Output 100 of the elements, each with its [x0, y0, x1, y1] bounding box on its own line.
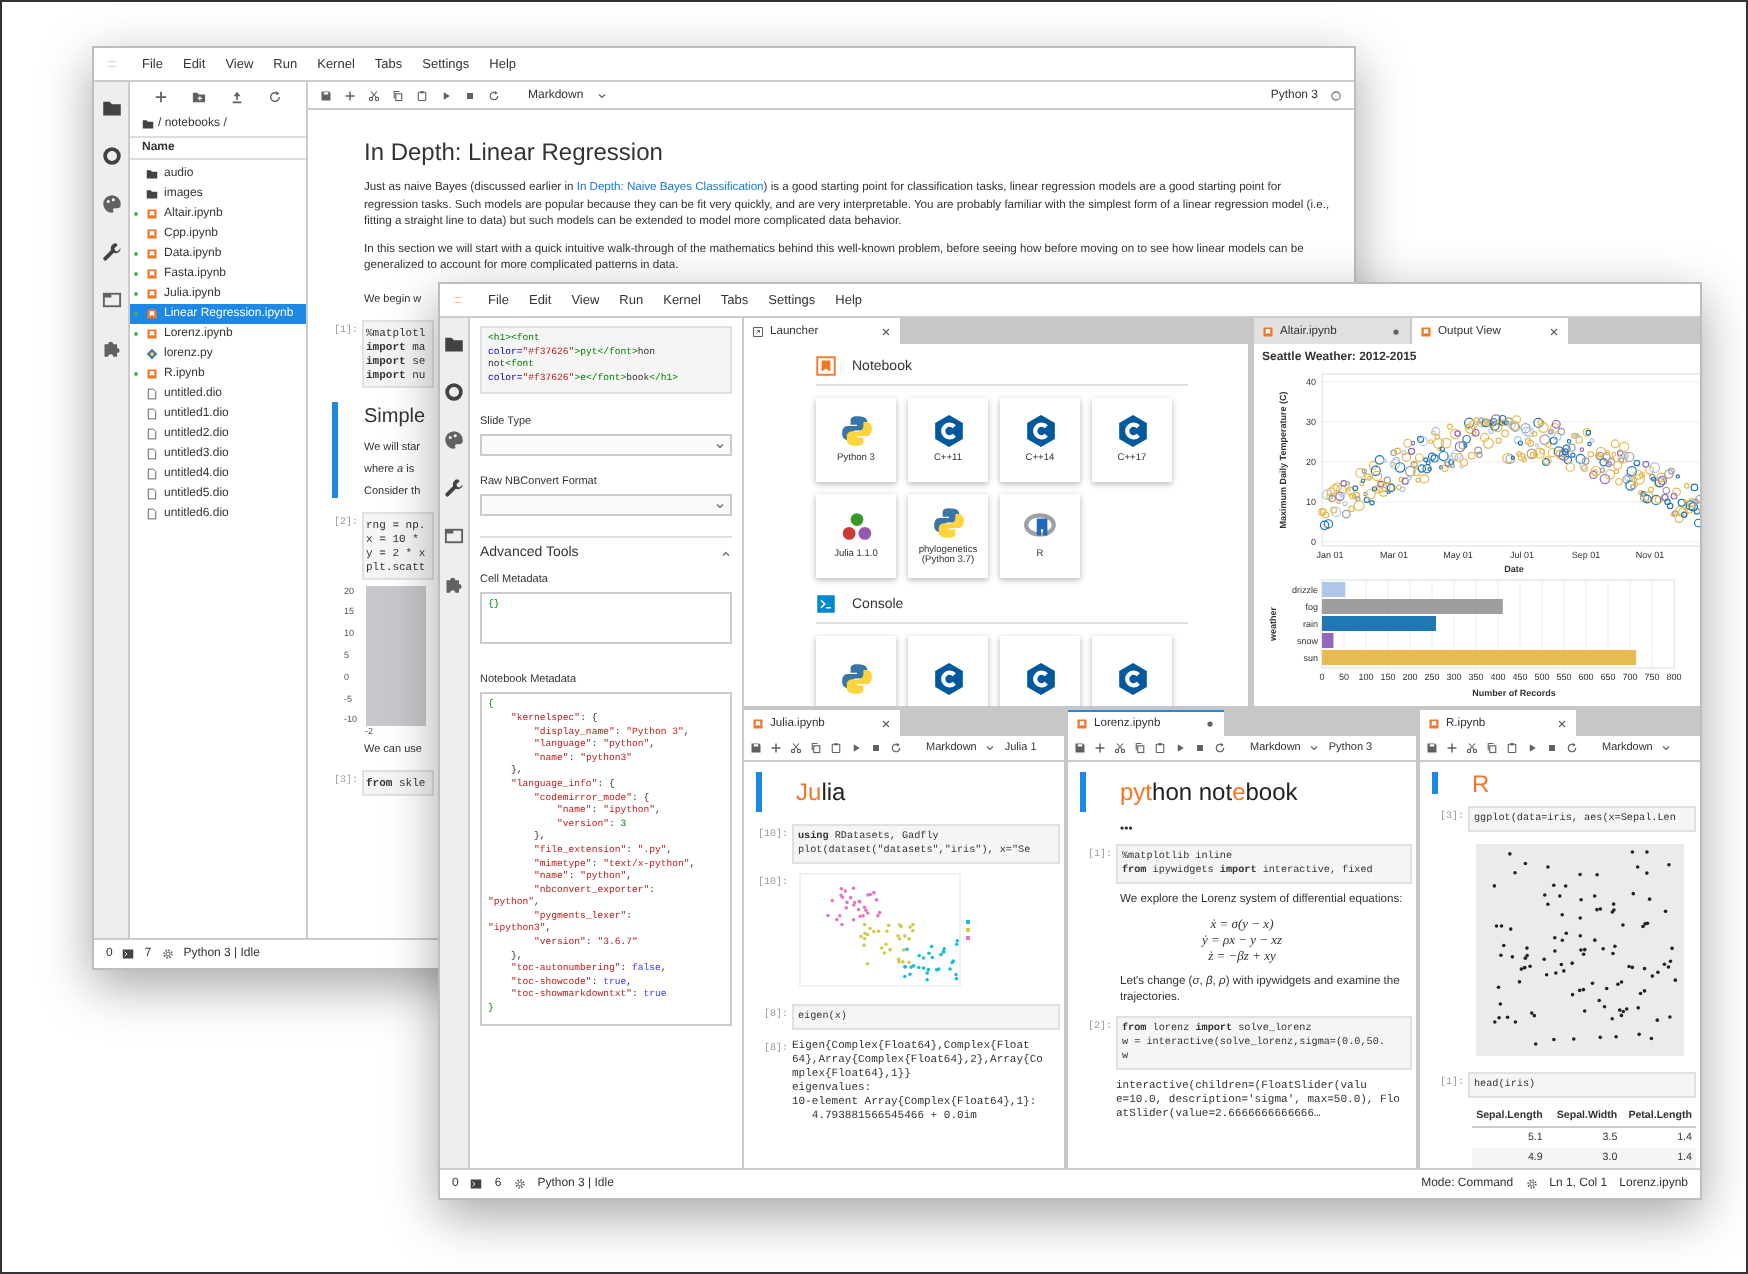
paste-icon[interactable]	[1506, 742, 1518, 754]
notebook-file-icon	[146, 328, 158, 340]
notebook-heading: python notebook	[1120, 778, 1298, 806]
extension-icon[interactable]	[444, 574, 464, 594]
cpp-logo-icon	[1023, 661, 1057, 695]
close-icon[interactable]	[1556, 717, 1568, 729]
cpp-logo-icon	[1115, 661, 1149, 695]
folder-icon	[142, 118, 154, 130]
add-cell-icon[interactable]	[344, 89, 356, 101]
active-cell-marker	[756, 772, 762, 812]
restart-icon[interactable]	[890, 742, 902, 754]
notebook-file-icon	[146, 228, 158, 240]
stop-icon[interactable]	[1194, 742, 1206, 754]
notebook-file-icon	[1076, 717, 1088, 729]
cpp-logo-icon	[1115, 414, 1149, 449]
close-icon[interactable]	[880, 325, 892, 337]
tabs-icon[interactable]	[444, 526, 464, 546]
restart-icon[interactable]	[1566, 742, 1578, 754]
running-icon[interactable]	[101, 146, 121, 166]
palette-icon[interactable]	[444, 430, 464, 450]
save-icon[interactable]	[750, 742, 762, 754]
add-cell-icon[interactable]	[770, 742, 782, 754]
julia-logo-icon	[839, 510, 873, 545]
cut-icon[interactable]	[790, 742, 802, 754]
notebook-file-icon	[752, 717, 764, 729]
add-cell-icon[interactable]	[1094, 742, 1106, 754]
copy-icon[interactable]	[392, 89, 404, 101]
cut-icon[interactable]	[368, 89, 380, 101]
notebook-file-icon	[1420, 325, 1432, 337]
python-logo-icon	[839, 414, 873, 449]
stop-icon[interactable]	[1546, 742, 1558, 754]
notebook-file-icon	[1428, 717, 1440, 729]
cut-icon[interactable]	[1466, 742, 1478, 754]
folder-icon[interactable]	[444, 334, 464, 354]
gear-icon	[1525, 1178, 1538, 1190]
stop-icon[interactable]	[870, 742, 882, 754]
notebook-file-icon	[146, 208, 158, 220]
caret-icon[interactable]	[720, 547, 732, 560]
wrench-icon[interactable]	[101, 242, 121, 262]
cut-icon[interactable]	[1114, 742, 1126, 754]
gear-icon	[161, 948, 174, 960]
run-icon[interactable]	[1526, 742, 1538, 754]
gear-icon	[513, 1178, 526, 1190]
paste-icon[interactable]	[1154, 742, 1166, 754]
caret-icon	[1308, 742, 1321, 754]
copy-icon[interactable]	[810, 742, 822, 754]
select-field[interactable]	[480, 494, 732, 517]
save-icon[interactable]	[320, 89, 332, 101]
new-folder-icon[interactable]	[192, 90, 206, 104]
active-cell-marker	[1080, 772, 1086, 812]
caret-icon	[714, 439, 726, 452]
notebook-icon	[816, 356, 836, 376]
run-icon[interactable]	[1174, 742, 1186, 754]
refresh-icon[interactable]	[268, 90, 282, 104]
run-icon[interactable]	[440, 89, 452, 101]
notebook-file-icon	[146, 248, 158, 260]
close-icon[interactable]	[880, 717, 892, 729]
folder-icon[interactable]	[101, 98, 121, 118]
wrench-icon[interactable]	[444, 478, 464, 498]
terminal-icon	[470, 1178, 483, 1190]
copy-icon[interactable]	[1486, 742, 1498, 754]
run-icon[interactable]	[850, 742, 862, 754]
stop-icon[interactable]	[464, 89, 476, 101]
console-icon	[816, 594, 836, 614]
notebook-file-icon	[146, 288, 158, 300]
python-file-icon	[146, 348, 158, 360]
running-icon[interactable]	[444, 382, 464, 402]
save-icon[interactable]	[1074, 742, 1086, 754]
palette-icon[interactable]	[101, 194, 121, 214]
copy-icon[interactable]	[1134, 742, 1146, 754]
select-field[interactable]	[480, 434, 732, 457]
notebook-file-icon	[1262, 325, 1274, 337]
paste-icon[interactable]	[830, 742, 842, 754]
save-icon[interactable]	[1426, 742, 1438, 754]
paste-icon[interactable]	[416, 89, 428, 101]
notebook-heading: Julia	[796, 778, 846, 806]
kernel-status-icon	[1330, 89, 1342, 101]
active-cell-marker	[1432, 772, 1438, 794]
notebook-file-icon	[146, 368, 158, 380]
cpp-logo-icon	[931, 661, 965, 695]
caret-icon	[1660, 742, 1673, 754]
section-heading: Simple	[364, 405, 426, 427]
notebook-file-icon	[146, 308, 158, 320]
notebook-file-icon	[146, 268, 158, 280]
cpp-logo-icon	[931, 414, 965, 449]
metadata-editor[interactable]	[480, 692, 732, 1026]
terminal-icon	[122, 948, 135, 960]
new-launcher-icon[interactable]	[154, 90, 168, 104]
caret-icon	[595, 89, 608, 101]
notebook-heading: R	[1472, 769, 1490, 797]
extension-icon[interactable]	[101, 338, 121, 358]
python-logo-icon	[931, 505, 965, 539]
cpp-logo-icon	[1023, 414, 1057, 449]
close-icon[interactable]	[1548, 325, 1560, 337]
upload-icon[interactable]	[230, 90, 244, 104]
tabs-icon[interactable]	[101, 290, 121, 310]
notebook-title: In Depth: Linear Regression	[364, 138, 665, 166]
restart-icon[interactable]	[1214, 742, 1226, 754]
add-cell-icon[interactable]	[1446, 742, 1458, 754]
restart-icon[interactable]	[488, 89, 500, 101]
